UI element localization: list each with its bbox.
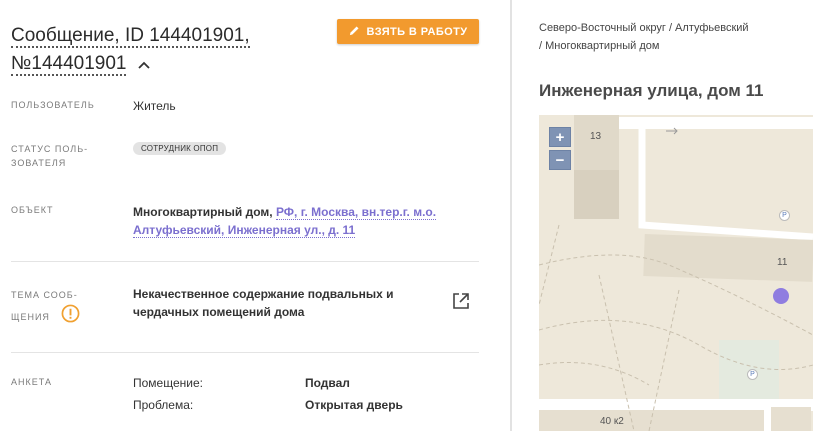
breadcrumb-line-2[interactable]: / Многоквартирный дом	[539, 40, 659, 52]
survey-answer-2: Открытая дверь	[305, 398, 403, 412]
object-value: Многоквартирный дом, РФ, г. Москва, вн.т…	[133, 203, 453, 239]
topic-value-line-2: чердачных помещений дома	[133, 305, 305, 319]
pencil-icon	[349, 25, 360, 39]
survey-answer-1: Подвал	[305, 376, 350, 390]
breadcrumb-line-1[interactable]: Северо-Восточный округ / Алтуфьевский	[539, 22, 749, 34]
divider	[11, 352, 479, 353]
topic-value-line-1: Некачественное содержание подвальных и	[133, 287, 394, 301]
map-canvas	[539, 115, 813, 431]
external-link-icon[interactable]	[452, 292, 470, 315]
title-line-2: №144401901	[11, 53, 127, 77]
chevron-up-icon[interactable]	[138, 50, 150, 78]
zoom-out-button[interactable]: −	[549, 150, 571, 170]
user-value: Житель	[133, 99, 176, 113]
map[interactable]: + − 13 11 40 к2 P P	[539, 115, 813, 431]
zoom-in-button[interactable]: +	[549, 127, 571, 147]
building-40k2-label: 40 к2	[600, 416, 624, 427]
status-label: СТАТУС ПОЛЬ- ЗОВАТЕЛЯ	[11, 142, 88, 170]
survey-label: АНКЕТА	[11, 377, 52, 387]
topic-value: Некачественное содержание подвальных и ч…	[133, 285, 433, 321]
status-label-line-2: ЗОВАТЕЛЯ	[11, 158, 67, 168]
warning-icon[interactable]	[61, 304, 80, 328]
building-11-label: 11	[777, 257, 788, 268]
object-label: ОБЪЕКТ	[11, 205, 54, 215]
breadcrumb: Северо-Восточный округ / Алтуфьевский / …	[539, 19, 799, 55]
topic-label-line-2: ЩЕНИЯ	[11, 312, 50, 322]
page-title: Сообщение, ID 144401901, №144401901	[11, 22, 311, 78]
divider	[11, 261, 479, 262]
status-label-line-1: СТАТУС ПОЛЬ-	[11, 144, 89, 154]
title-line-1: Сообщение, ID 144401901,	[11, 25, 250, 48]
take-to-work-button[interactable]: ВЗЯТЬ В РАБОТУ	[337, 19, 479, 44]
user-label: ПОЛЬЗОВАТЕЛЬ	[11, 100, 95, 110]
message-panel: Сообщение, ID 144401901, №144401901 ВЗЯТ…	[0, 0, 498, 431]
address-title: Инженерная улица, дом 11	[539, 81, 764, 100]
object-type: Многоквартирный дом,	[133, 205, 273, 219]
parking-icon: P	[747, 369, 758, 380]
object-address-link-2[interactable]: Алтуфьевский, Инженерная ул., д. 11	[133, 223, 356, 238]
take-to-work-label: ВЗЯТЬ В РАБОТУ	[366, 25, 468, 38]
status-badge: СОТРУДНИК ОПОП	[133, 142, 227, 155]
survey-question-2: Проблема:	[133, 398, 194, 412]
building-13-label: 13	[590, 131, 602, 142]
location-marker[interactable]	[773, 288, 789, 304]
object-address-link-1[interactable]: РФ, г. Москва, вн.тер.г. м.о.	[275, 205, 437, 220]
topic-label-line-1: ТЕМА СООБ-	[11, 290, 78, 300]
survey-question-1: Помещение:	[133, 376, 203, 390]
parking-icon: P	[779, 210, 790, 221]
location-panel: Северо-Восточный округ / Алтуфьевский / …	[512, 0, 813, 431]
